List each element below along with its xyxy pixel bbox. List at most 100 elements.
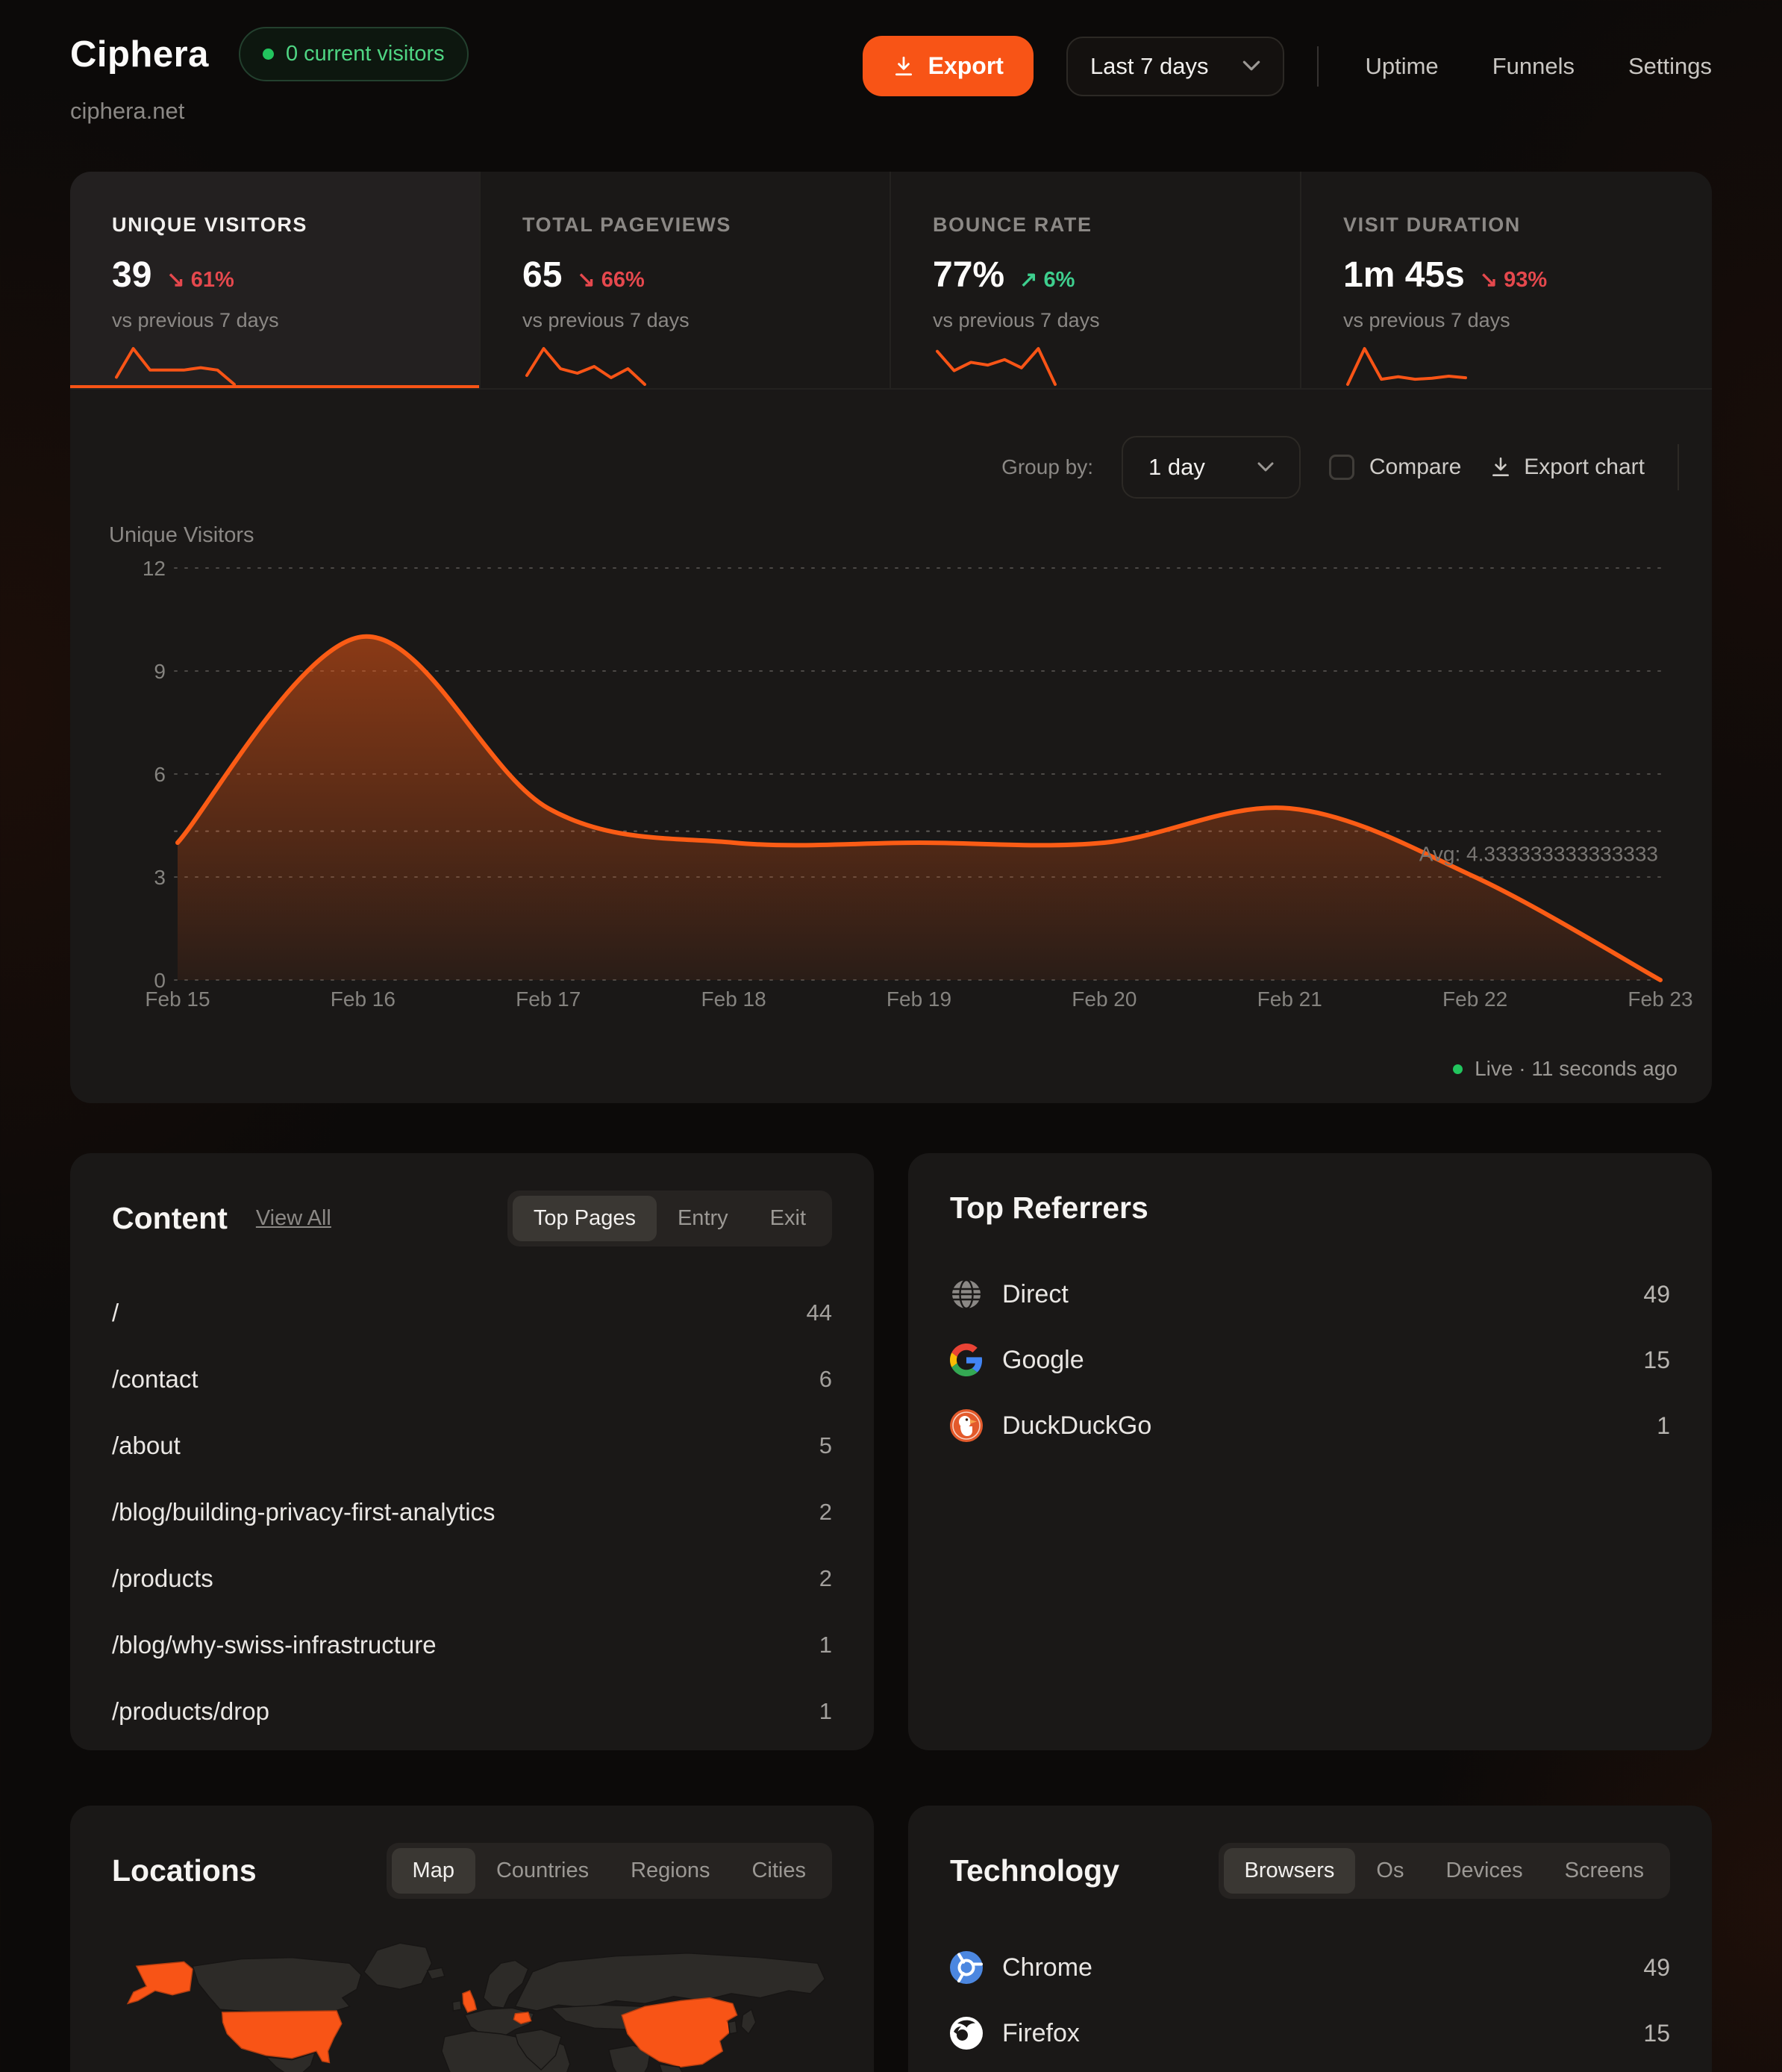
page-path: /	[112, 1299, 119, 1327]
page-count: 1	[819, 1632, 832, 1658]
nav-settings[interactable]: Settings	[1628, 53, 1712, 80]
nav-funnels[interactable]: Funnels	[1492, 53, 1575, 80]
tab-screens[interactable]: Screens	[1544, 1848, 1665, 1894]
page-row[interactable]: /about 5	[112, 1412, 832, 1479]
chrome-icon	[950, 1951, 983, 1984]
controls-divider	[1678, 444, 1679, 490]
svg-text:Unique Visitors: Unique Visitors	[109, 523, 254, 547]
browsers-list: Chrome 49 Firefox 15	[950, 1935, 1670, 2072]
world-map	[112, 1929, 832, 2072]
tab-browsers[interactable]: Browsers	[1224, 1848, 1356, 1894]
browser-row[interactable]: Firefox 15	[950, 2000, 1670, 2066]
tab-os[interactable]: Os	[1355, 1848, 1425, 1894]
export-button[interactable]: Export	[863, 36, 1034, 96]
tab-exit[interactable]: Exit	[749, 1196, 827, 1241]
page-path: /products/drop	[112, 1697, 269, 1726]
header-actions: Export Last 7 days Uptime Funnels Settin…	[863, 36, 1712, 96]
stat-total-pageviews[interactable]: TOTAL PAGEVIEWS 65 ↘ 66% vs previous 7 d…	[481, 172, 891, 390]
current-visitors-badge: 0 current visitors	[239, 27, 469, 81]
top-nav: Uptime Funnels Settings	[1365, 53, 1712, 80]
stat-label: BOUNCE RATE	[933, 213, 1258, 237]
referrer-row[interactable]: Google 15	[950, 1327, 1670, 1393]
unique-visitors-chart[interactable]: 036912Feb 15Feb 16Feb 17Feb 18Feb 19Feb …	[70, 517, 1712, 1009]
referrer-count: 49	[1643, 1281, 1670, 1308]
page-count: 1	[819, 1698, 832, 1725]
browser-name: Chrome	[1002, 1953, 1092, 1982]
svg-text:Feb 22: Feb 22	[1442, 987, 1507, 1009]
stat-value: 1m 45s	[1343, 255, 1465, 296]
page-count: 2	[819, 1499, 832, 1526]
nav-uptime[interactable]: Uptime	[1365, 53, 1438, 80]
svg-text:Feb 15: Feb 15	[145, 987, 210, 1009]
live-status-label: Live · 11 seconds ago	[1475, 1057, 1678, 1081]
chevron-down-icon	[1242, 60, 1260, 72]
live-status: Live · 11 seconds ago	[1453, 1057, 1678, 1081]
analytics-panel: UNIQUE VISITORS 39 ↘ 61% vs previous 7 d…	[70, 172, 1712, 1103]
group-by-dropdown[interactable]: 1 day	[1122, 436, 1301, 499]
stat-change: ↘ 93%	[1480, 266, 1547, 293]
svg-text:Feb 18: Feb 18	[701, 987, 766, 1009]
page-count: 5	[819, 1432, 832, 1459]
map-canada	[193, 1958, 361, 2012]
compare-toggle[interactable]: Compare	[1329, 455, 1461, 480]
tab-entry[interactable]: Entry	[657, 1196, 749, 1241]
locations-panel: Locations Map Countries Regions Cities	[70, 1806, 874, 2072]
tab-top-pages[interactable]: Top Pages	[513, 1196, 657, 1241]
technology-panel: Technology Browsers Os Devices Screens	[908, 1806, 1712, 2072]
svg-text:Avg: 4.333333333333333: Avg: 4.333333333333333	[1419, 843, 1658, 866]
page-row[interactable]: /products 2	[112, 1545, 832, 1611]
referrer-row[interactable]: DuckDuckGo 1	[950, 1393, 1670, 1458]
page-row[interactable]: /products/drop 1	[112, 1678, 832, 1744]
browser-name: Firefox	[1002, 2019, 1080, 2048]
technology-title: Technology	[950, 1853, 1119, 1888]
referrer-count: 1	[1657, 1412, 1670, 1440]
group-by-value: 1 day	[1148, 454, 1205, 481]
top-pages-list: / 44 /contact 6 /about 5 /blog/building-…	[112, 1279, 832, 1744]
stat-bounce-rate[interactable]: BOUNCE RATE 77% ↗ 6% vs previous 7 days	[891, 172, 1301, 390]
content-title: Content	[112, 1201, 228, 1236]
tab-countries[interactable]: Countries	[475, 1848, 610, 1894]
duckduckgo-icon	[950, 1409, 983, 1442]
export-chart-label: Export chart	[1524, 455, 1645, 480]
referrer-row[interactable]: Direct 49	[950, 1261, 1670, 1327]
referrers-panel: Top Referrers Direct 49	[908, 1153, 1712, 1750]
locations-tabs: Map Countries Regions Cities	[387, 1843, 832, 1899]
live-dot-icon	[263, 49, 274, 60]
date-range-label: Last 7 days	[1090, 53, 1209, 80]
map-iceland	[428, 1968, 445, 1979]
stat-change: ↘ 61%	[166, 266, 234, 293]
page-path: /products	[112, 1564, 213, 1593]
stat-value: 39	[112, 255, 151, 296]
page-row[interactable]: /contact 6	[112, 1346, 832, 1412]
sparkline-chart	[933, 343, 1060, 390]
map-united-states	[222, 2011, 342, 2062]
tab-devices[interactable]: Devices	[1425, 1848, 1543, 1894]
referrer-name: Direct	[1002, 1280, 1069, 1309]
stat-change: ↗ 6%	[1019, 266, 1075, 293]
svg-text:6: 6	[154, 763, 166, 786]
export-chart-button[interactable]: Export chart	[1489, 455, 1645, 480]
download-icon	[1489, 456, 1512, 478]
technology-tabs: Browsers Os Devices Screens	[1219, 1843, 1670, 1899]
date-range-dropdown[interactable]: Last 7 days	[1066, 37, 1285, 96]
chart-controls: Group by: 1 day Compare Export chart	[70, 390, 1712, 499]
browser-row-partial[interactable]	[950, 2066, 1670, 2072]
svg-text:Feb 21: Feb 21	[1257, 987, 1322, 1009]
view-all-link[interactable]: View All	[256, 1206, 331, 1231]
download-icon	[892, 55, 915, 78]
svg-text:Feb 23: Feb 23	[1628, 987, 1692, 1009]
map-greenland	[364, 1943, 432, 1989]
page-row[interactable]: /blog/why-swiss-infrastructure 1	[112, 1611, 832, 1678]
stat-compare-label: vs previous 7 days	[933, 309, 1258, 332]
stat-visit-duration[interactable]: VISIT DURATION 1m 45s ↘ 93% vs previous …	[1301, 172, 1712, 390]
chevron-down-icon	[1257, 462, 1274, 472]
stat-unique-visitors[interactable]: UNIQUE VISITORS 39 ↘ 61% vs previous 7 d…	[70, 172, 481, 390]
tab-map[interactable]: Map	[392, 1848, 475, 1894]
page-row[interactable]: /blog/building-privacy-first-analytics 2	[112, 1479, 832, 1545]
tab-regions[interactable]: Regions	[610, 1848, 731, 1894]
tab-cities[interactable]: Cities	[731, 1848, 827, 1894]
browser-row[interactable]: Chrome 49	[950, 1935, 1670, 2000]
page-row[interactable]: / 44	[112, 1279, 832, 1346]
app-title: Ciphera	[70, 34, 209, 75]
compare-checkbox	[1329, 455, 1354, 480]
